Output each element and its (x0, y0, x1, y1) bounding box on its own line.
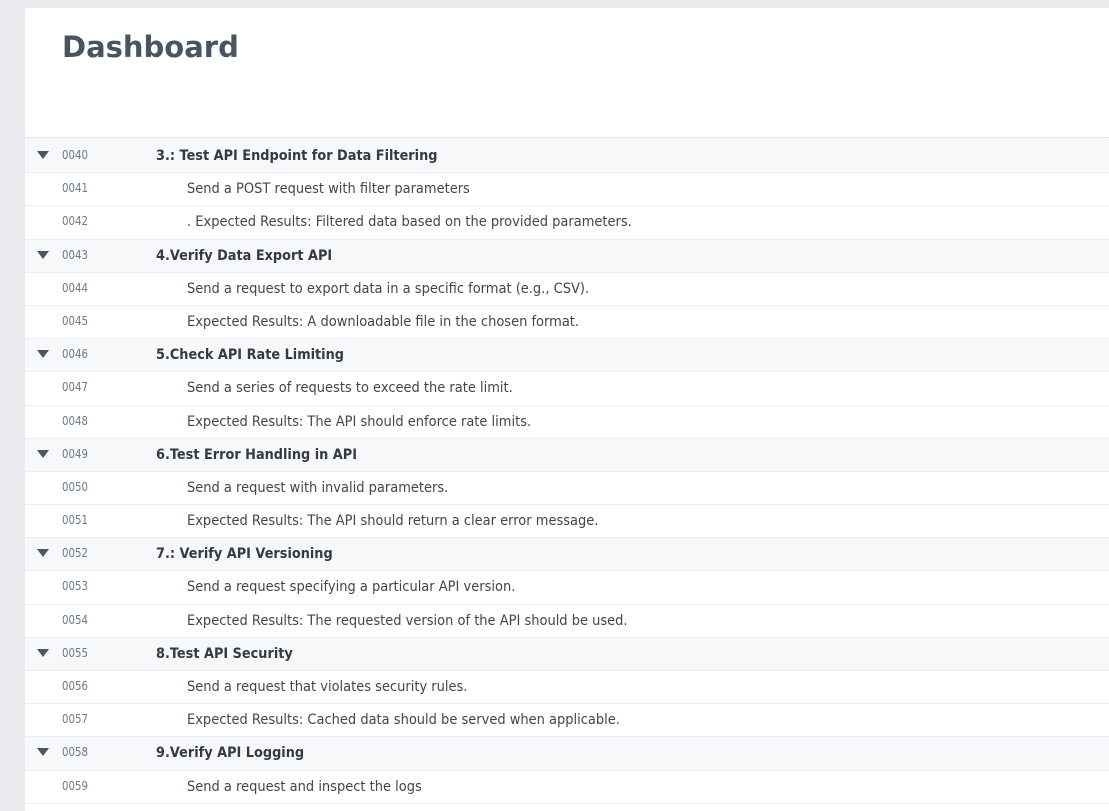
line-number: 0048 (62, 413, 88, 428)
outline-group-row[interactable]: 0049 6.Test Error Handling in API (25, 438, 1109, 472)
collapse-triangle-icon[interactable] (37, 549, 49, 558)
group-title: 5.Check API Rate Limiting (156, 347, 344, 364)
line-number: 0055 (62, 645, 88, 660)
line-number: 0052 (62, 546, 88, 561)
item-text: Expected Results: The API should return … (187, 513, 599, 530)
line-number: 0043 (62, 247, 88, 262)
group-title: 6.Test Error Handling in API (156, 446, 358, 463)
outline-item-row[interactable]: 0045 Expected Results: A downloadable fil… (25, 305, 1109, 340)
line-number: 0044 (62, 280, 88, 295)
outline-group-row[interactable]: 0055 8.Test API Security (25, 637, 1109, 671)
page-title: Dashboard (62, 30, 239, 64)
outline-item-row[interactable]: 0053 Send a request specifying a particul… (25, 571, 1109, 605)
outline-group-row[interactable]: 0052 7.: Verify API Versioning (25, 538, 1109, 572)
item-text: Send a request and inspect the logs (187, 778, 422, 795)
line-number: 0053 (62, 579, 88, 594)
line-number: 0041 (62, 181, 88, 196)
outline-item-row[interactable]: 0047 Send a series of requests to exceed … (25, 372, 1109, 406)
item-text: Send a request to export data in a speci… (187, 280, 590, 297)
outline-item-row[interactable]: 0051 Expected Results: The API should ret… (25, 505, 1109, 539)
item-text: Send a request that violates security ru… (187, 679, 468, 695)
line-number: 0058 (62, 745, 88, 760)
collapse-triangle-icon[interactable] (37, 648, 49, 657)
outline-item-row[interactable]: 0050 Send a request with invalid paramete… (25, 471, 1109, 506)
outline-item-row[interactable]: 0056 Send a request that violates securit… (25, 671, 1109, 705)
item-text: Expected Results: Cached data should be … (187, 712, 620, 729)
group-title: 7.: Verify API Versioning (156, 546, 333, 563)
line-number: 0046 (62, 347, 88, 362)
outline-list: 0040 3.: Test API Endpoint for Data Filte… (25, 140, 1109, 804)
collapse-triangle-icon[interactable] (37, 350, 49, 359)
outline-item-row[interactable]: 0044 Send a request to export data in a s… (25, 272, 1109, 306)
item-text: Send a POST request with filter paramete… (187, 181, 470, 198)
outline-item-row[interactable]: 0059 Send a request and inspect the logs (25, 770, 1109, 804)
collapse-triangle-icon[interactable] (37, 151, 49, 159)
line-number: 0042 (62, 214, 88, 229)
line-number: 0045 (62, 313, 88, 328)
collapse-triangle-icon[interactable] (37, 748, 49, 757)
line-number: 0049 (62, 446, 88, 461)
outline-item-row[interactable]: 0057 Expected Results: Cached data should… (25, 704, 1109, 738)
item-text: Send a request specifying a particular A… (187, 579, 516, 596)
item-text: Send a request with invalid parameters. (187, 479, 449, 496)
group-title: 3.: Test API Endpoint for Data Filtering (156, 148, 438, 164)
outline-item-row[interactable]: 0042 . Expected Results: Filtered data ba… (25, 206, 1109, 240)
outline-group-row[interactable]: 0058 9.Verify API Logging (25, 737, 1109, 771)
group-title: 8.Test API Security (156, 645, 293, 662)
outline-group-row[interactable]: 0043 4.Verify Data Export API (25, 239, 1109, 273)
outline-item-row[interactable]: 0054 Expected Results: The requested vers… (25, 604, 1109, 638)
dashboard-panel: Dashboard 0040 3.: Test API Endpoint for … (25, 8, 1109, 811)
collapse-triangle-icon[interactable] (37, 250, 49, 259)
line-number: 0057 (62, 712, 88, 727)
line-number: 0054 (62, 612, 88, 627)
line-number: 0047 (62, 380, 88, 395)
outline-item-row[interactable]: 0048 Expected Results: The API should enf… (25, 405, 1109, 439)
outline-item-row[interactable]: 0041 Send a POST request with filter para… (25, 173, 1109, 207)
item-text: . Expected Results: Filtered data based … (187, 214, 632, 231)
line-number: 0056 (62, 679, 88, 693)
group-title: 9.Verify API Logging (156, 745, 305, 762)
outline-group-row[interactable]: 0040 3.: Test API Endpoint for Data Filte… (25, 140, 1109, 174)
line-number: 0051 (62, 513, 88, 528)
outline-group-row[interactable]: 0046 5.Check API Rate Limiting (25, 339, 1109, 373)
dashboard-header: Dashboard (25, 8, 1109, 138)
line-number: 0040 (62, 148, 88, 162)
line-number: 0050 (62, 479, 88, 494)
item-text: Expected Results: The requested version … (187, 612, 628, 629)
item-text: Expected Results: The API should enforce… (187, 413, 532, 430)
group-title: 4.Verify Data Export API (156, 247, 333, 264)
item-text: Send a series of requests to exceed the … (187, 380, 513, 397)
item-text: Expected Results: A downloadable file in… (187, 313, 580, 330)
line-number: 0059 (62, 778, 88, 793)
collapse-triangle-icon[interactable] (37, 449, 49, 458)
